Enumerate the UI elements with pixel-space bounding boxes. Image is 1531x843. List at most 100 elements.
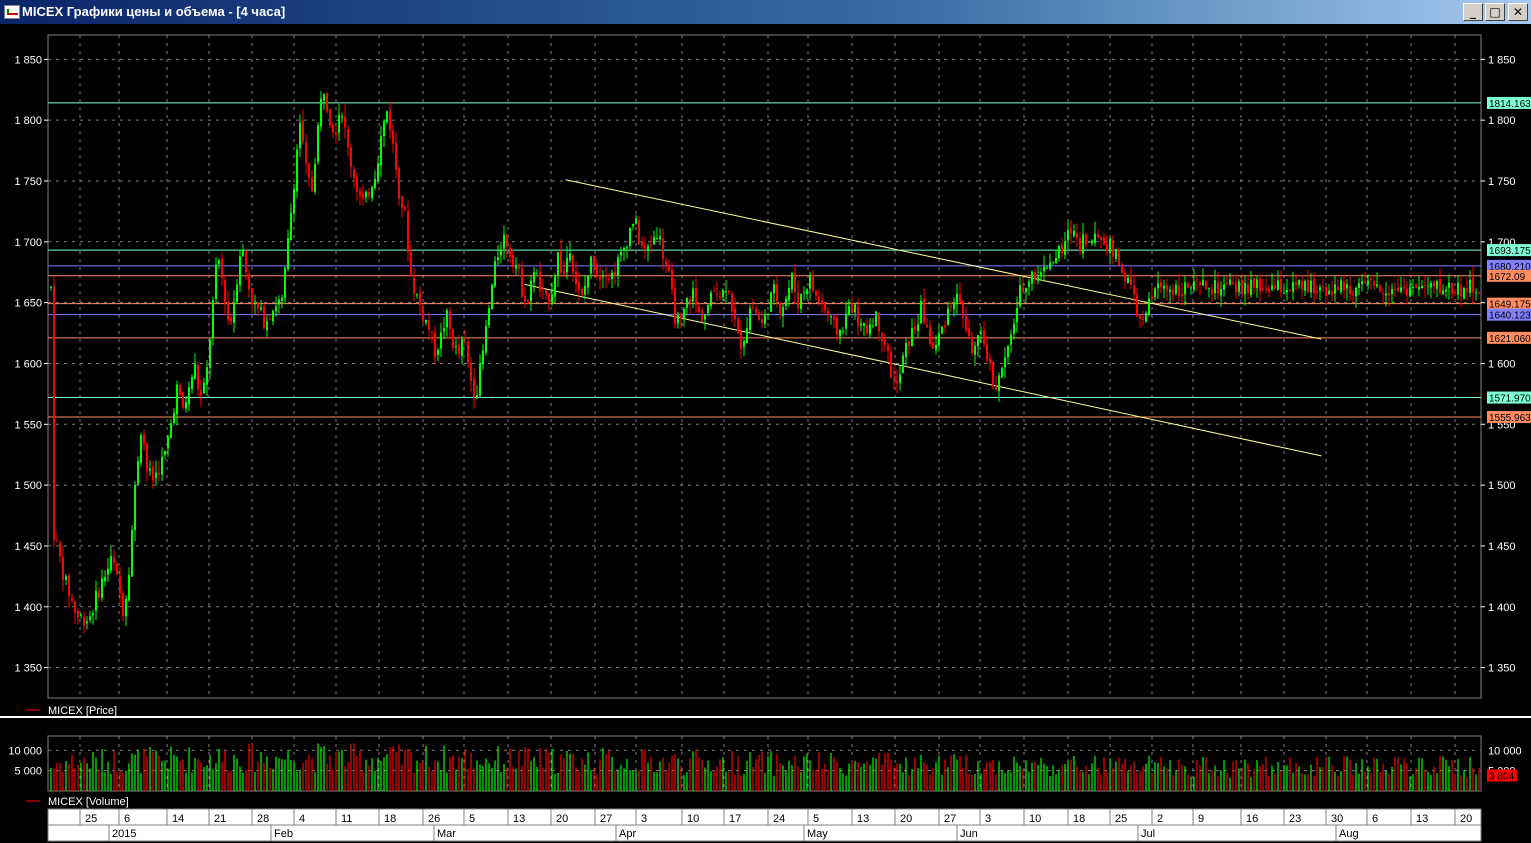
date-label: 6 (1372, 813, 1378, 825)
maximize-button[interactable]: □ (1485, 3, 1505, 21)
candle-down (1382, 293, 1384, 295)
candle-up (416, 294, 418, 296)
candle-down (1196, 279, 1198, 281)
candle-down (326, 92, 328, 112)
price-tick-label-left: 1 850 (14, 54, 42, 66)
date-label: 11 (341, 813, 352, 825)
candle-up (380, 135, 382, 166)
candle-down (350, 147, 352, 167)
candle-up (974, 346, 976, 355)
month-label: Jul (1141, 828, 1155, 840)
candle-down (1349, 285, 1351, 295)
price-tick-label-left: 1 800 (14, 115, 42, 127)
candle-down (1313, 278, 1315, 294)
trendline (524, 283, 1322, 457)
candle-down (1373, 281, 1375, 286)
candle-up (1421, 285, 1423, 288)
window-title: MICEX Графики цены и объема - [4 часа] (22, 4, 286, 19)
date-label: 13 (1416, 813, 1428, 825)
candle-up (1334, 284, 1336, 294)
candle-up (566, 257, 568, 273)
candle-down (83, 616, 85, 626)
candle-down (401, 196, 403, 208)
candle-down (761, 319, 763, 324)
candle-up (842, 330, 844, 332)
candle-down (893, 376, 895, 379)
candle-up (980, 332, 982, 334)
candle-up (1019, 285, 1021, 306)
candle-up (365, 191, 367, 198)
candle-up (899, 374, 901, 383)
candle-up (170, 423, 172, 439)
candle-down (512, 254, 514, 267)
candle-up (1115, 249, 1117, 259)
candle-up (1037, 277, 1039, 281)
candle-up (299, 122, 301, 149)
candle-up (584, 285, 586, 295)
candle-down (77, 610, 79, 618)
candle-down (851, 304, 853, 313)
candle-up (530, 280, 532, 302)
candle-down (1289, 289, 1291, 291)
candle-up (617, 257, 619, 276)
price-volume-chart[interactable]: 1 850 1 8501 800 1 8001 750 1 7501 700 1 700… (0, 24, 1531, 843)
candle-up (1244, 283, 1246, 295)
candle-down (1205, 280, 1207, 290)
candle-down (1253, 278, 1255, 289)
candle-down (395, 142, 397, 170)
candle-up (1091, 240, 1093, 244)
candle-up (341, 116, 343, 118)
candle-up (239, 256, 241, 286)
candle-down (392, 130, 394, 144)
candle-down (1466, 288, 1468, 293)
candle-down (1364, 281, 1366, 284)
candle-up (536, 273, 538, 275)
candle-down (269, 319, 271, 321)
candle-down (758, 312, 760, 321)
candle-up (632, 223, 634, 227)
candle-up (1283, 292, 1285, 294)
candle-down (794, 273, 796, 293)
candle-down (368, 192, 370, 197)
candle-down (1166, 285, 1168, 291)
candle-down (245, 250, 247, 273)
candle-up (707, 305, 709, 314)
candle-down (1232, 281, 1234, 284)
candle-down (356, 176, 358, 193)
candle-up (860, 323, 862, 326)
candle-down (308, 163, 310, 178)
minimize-button[interactable]: _ (1463, 3, 1483, 21)
candle-down (1472, 277, 1474, 293)
candle-up (1202, 279, 1204, 286)
candle-up (1286, 289, 1288, 293)
candle-up (440, 332, 442, 349)
candle-up (296, 149, 298, 192)
date-label: 14 (172, 813, 184, 825)
candle-down (398, 167, 400, 199)
candle-down (1343, 281, 1345, 291)
month-label: May (807, 828, 828, 840)
candle-down (152, 466, 154, 481)
candle-down (524, 295, 526, 303)
volume-legend-label: MICEX [Volume] (48, 796, 129, 808)
candle-up (134, 484, 136, 531)
candle-down (1454, 292, 1456, 294)
candle-down (1262, 288, 1264, 290)
candle-down (836, 317, 838, 335)
candle-up (215, 264, 217, 300)
candle-up (1328, 290, 1330, 295)
close-button[interactable]: ✕ (1508, 3, 1528, 21)
candle-up (686, 297, 688, 308)
candle-up (1064, 241, 1066, 255)
candle-up (1277, 280, 1279, 290)
month-label: Aug (1339, 828, 1359, 840)
candle-up (839, 330, 841, 337)
candle-up (725, 290, 727, 292)
candle-down (470, 362, 472, 382)
candle-up (155, 472, 157, 479)
candle-down (665, 261, 667, 267)
candle-up (446, 310, 448, 328)
candle-up (371, 187, 373, 199)
candle-up (323, 93, 325, 101)
candle-down (362, 193, 364, 199)
